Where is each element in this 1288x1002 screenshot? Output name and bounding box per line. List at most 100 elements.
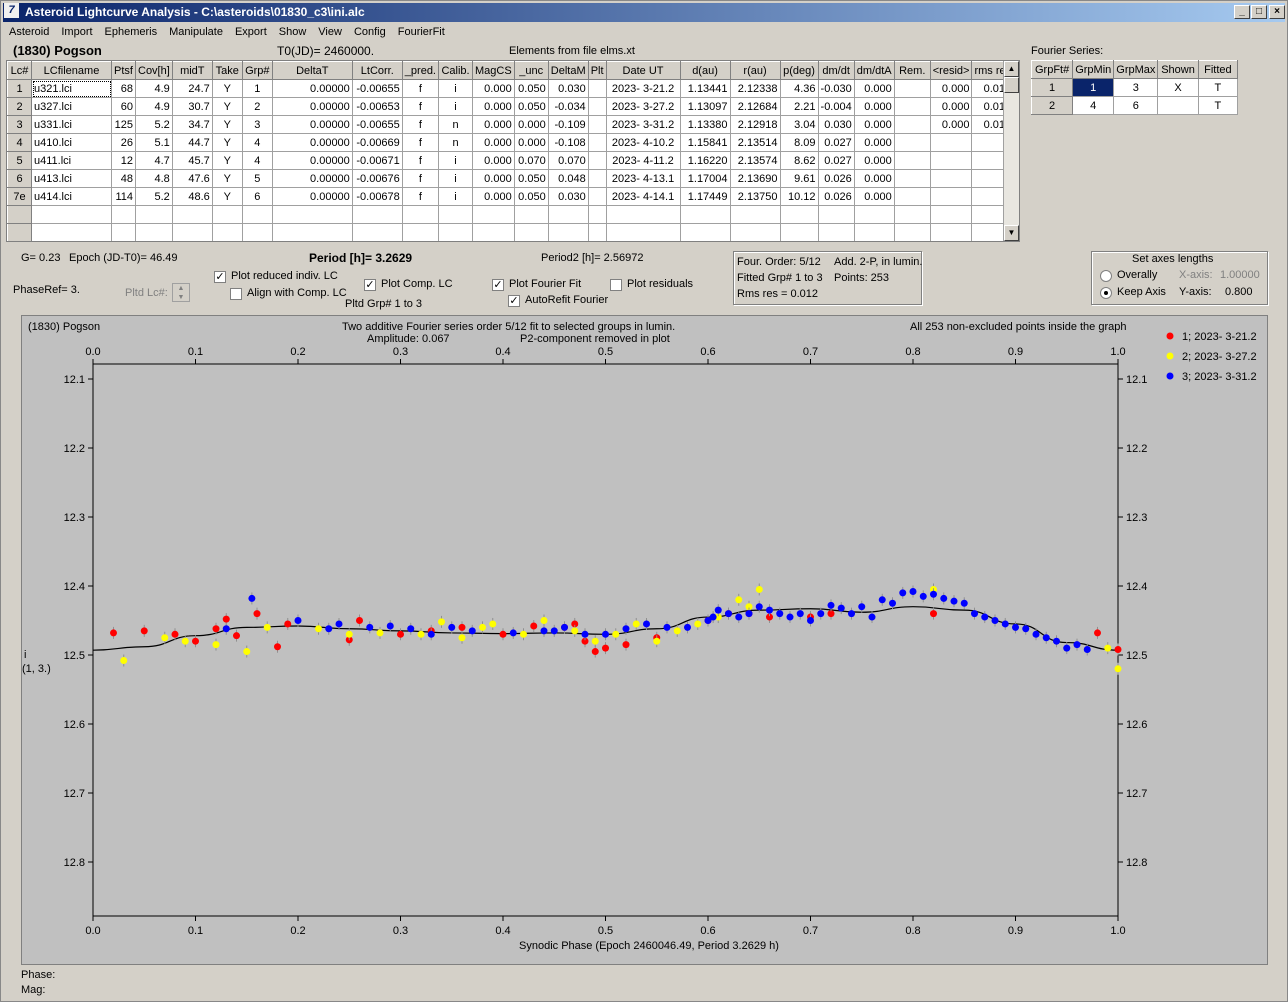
lc-cell[interactable] bbox=[31, 205, 112, 224]
lc-cell[interactable] bbox=[7, 205, 32, 224]
lc-col-header[interactable]: r(au) bbox=[729, 61, 781, 80]
table-row[interactable]: 2 u327.lci 60 4.9 30.7 Y 2 0.00000 -0.00653 f i 0.0… bbox=[7, 97, 1015, 116]
lc-cell[interactable]: 2.12684 bbox=[729, 97, 781, 116]
lc-cell[interactable]: 114 bbox=[111, 187, 136, 206]
close-button[interactable]: × bbox=[1269, 5, 1285, 19]
lc-cell[interactable]: 2023- 3-27.2 bbox=[605, 97, 681, 116]
lc-cell[interactable]: 0.000 bbox=[472, 151, 515, 170]
lc-col-header[interactable]: Lc# bbox=[7, 61, 32, 80]
lc-cell[interactable] bbox=[605, 223, 681, 241]
lc-cell[interactable]: 4.8 bbox=[135, 169, 173, 188]
lc-cell[interactable]: -0.00678 bbox=[351, 187, 403, 206]
lc-cell[interactable]: 68 bbox=[111, 79, 136, 98]
lc-cell[interactable] bbox=[438, 223, 473, 241]
lc-cell[interactable]: i bbox=[438, 151, 473, 170]
lc-cell[interactable]: Y bbox=[211, 169, 243, 188]
lc-cell[interactable]: n bbox=[438, 133, 473, 152]
lc-col-header[interactable]: midT bbox=[171, 61, 213, 80]
lc-col-header[interactable]: MagCS bbox=[472, 61, 515, 80]
lc-cell[interactable]: i bbox=[438, 79, 473, 98]
lc-cell[interactable] bbox=[111, 223, 136, 241]
lc-cell[interactable] bbox=[893, 205, 931, 224]
lc-col-header[interactable]: LtCorr. bbox=[351, 61, 403, 80]
lc-cell[interactable]: 60 bbox=[111, 97, 136, 116]
lc-cell[interactable]: 1 bbox=[7, 79, 32, 98]
lc-cell[interactable] bbox=[679, 223, 731, 241]
lc-cell[interactable]: 3 bbox=[7, 115, 32, 134]
lc-cell[interactable] bbox=[729, 223, 781, 241]
lc-cell[interactable]: -0.109 bbox=[547, 115, 589, 134]
lc-cell[interactable]: 2023- 4-14.1 bbox=[605, 187, 681, 206]
lc-cell[interactable]: 0.050 bbox=[513, 79, 549, 98]
lc-cell[interactable] bbox=[472, 205, 515, 224]
fourier-cell[interactable]: 2 bbox=[1031, 96, 1074, 115]
table-row[interactable]: 5 u411.lci 12 4.7 45.7 Y 4 0.00000 -0.00671 f i 0.0… bbox=[7, 151, 1015, 170]
fourier-cell[interactable]: 3 bbox=[1113, 78, 1159, 97]
lc-cell[interactable]: Y bbox=[211, 187, 243, 206]
lc-cell[interactable] bbox=[472, 223, 515, 241]
lc-cell[interactable]: 5.1 bbox=[135, 133, 173, 152]
lc-cell[interactable]: 0.000 bbox=[853, 115, 895, 134]
menu-config[interactable]: Config bbox=[348, 23, 392, 38]
lc-cell[interactable]: 1.17449 bbox=[679, 187, 731, 206]
pltd-lc-spinner[interactable]: ▲ ▼ bbox=[172, 283, 190, 302]
lc-cell[interactable]: 2.12338 bbox=[729, 79, 781, 98]
lc-cell[interactable] bbox=[853, 205, 895, 224]
lc-cell[interactable]: 2.12918 bbox=[729, 115, 781, 134]
lc-cell[interactable] bbox=[893, 115, 931, 134]
lc-cell[interactable] bbox=[111, 205, 136, 224]
maximize-button[interactable]: □ bbox=[1251, 5, 1267, 19]
lc-cell[interactable]: 2023- 3-21.2 bbox=[605, 79, 681, 98]
lc-cell[interactable]: -0.030 bbox=[817, 79, 855, 98]
lc-cell[interactable]: 0.027 bbox=[817, 151, 855, 170]
lc-cell[interactable]: -0.034 bbox=[547, 97, 589, 116]
menu-manipulate[interactable]: Manipulate bbox=[163, 23, 229, 38]
lc-cell[interactable] bbox=[547, 205, 589, 224]
lc-cell[interactable]: 1.13441 bbox=[679, 79, 731, 98]
lc-cell[interactable]: f bbox=[401, 97, 440, 116]
lc-cell[interactable] bbox=[587, 187, 607, 206]
menu-import[interactable]: Import bbox=[55, 23, 98, 38]
lc-cell[interactable]: 6 bbox=[7, 169, 32, 188]
lc-cell[interactable] bbox=[587, 169, 607, 188]
lc-cell[interactable] bbox=[587, 97, 607, 116]
table-row[interactable]: 1 u321.lci 68 4.9 24.7 Y 1 0.00000 -0.00655 f i 0.0… bbox=[7, 79, 1015, 98]
lc-cell[interactable]: i bbox=[438, 169, 473, 188]
lc-cell[interactable]: -0.00669 bbox=[351, 133, 403, 152]
lc-cell[interactable] bbox=[587, 133, 607, 152]
lc-cell[interactable]: 5 bbox=[7, 151, 32, 170]
menu-ephemeris[interactable]: Ephemeris bbox=[99, 23, 164, 38]
fourier-cell[interactable] bbox=[1157, 96, 1199, 115]
lc-cell[interactable]: 0.000 bbox=[472, 115, 515, 134]
lc-cell[interactable]: 0.000 bbox=[472, 97, 515, 116]
lc-cell[interactable] bbox=[679, 205, 731, 224]
lc-cell[interactable]: 4 bbox=[241, 133, 273, 152]
lc-cell[interactable] bbox=[513, 223, 549, 241]
lc-cell[interactable]: 2.21 bbox=[779, 97, 819, 116]
lc-cell[interactable] bbox=[241, 205, 273, 224]
table-row[interactable]: 3 u331.lci 125 5.2 34.7 Y 3 0.00000 -0.00655 f n 0.… bbox=[7, 115, 1015, 134]
lc-cell[interactable] bbox=[241, 223, 273, 241]
lc-cell[interactable]: 0.00000 bbox=[271, 115, 353, 134]
scroll-up-icon[interactable]: ▲ bbox=[1004, 61, 1019, 77]
lc-cell[interactable]: Y bbox=[211, 115, 243, 134]
lc-cell[interactable] bbox=[929, 223, 973, 241]
lc-cell[interactable]: 0.050 bbox=[513, 187, 549, 206]
lc-cell[interactable]: -0.00655 bbox=[351, 115, 403, 134]
lc-cell[interactable]: 1.13380 bbox=[679, 115, 731, 134]
lc-cell[interactable]: 2023- 4-11.2 bbox=[605, 151, 681, 170]
xaxis-value[interactable]: 1.00000 bbox=[1220, 269, 1260, 281]
lc-cell[interactable]: 125 bbox=[111, 115, 136, 134]
lc-cell[interactable]: Y bbox=[211, 79, 243, 98]
lc-cell[interactable]: n bbox=[438, 115, 473, 134]
lc-cell[interactable]: 0.000 bbox=[853, 97, 895, 116]
lc-cell[interactable]: 0.00000 bbox=[271, 169, 353, 188]
lc-cell[interactable] bbox=[817, 205, 855, 224]
app-icon[interactable]: 7 bbox=[4, 3, 19, 18]
lc-cell[interactable] bbox=[587, 223, 607, 241]
lc-cell[interactable]: 0.000 bbox=[929, 97, 973, 116]
fourier-cell[interactable]: 6 bbox=[1113, 96, 1159, 115]
lc-col-header[interactable]: p(deg) bbox=[779, 61, 819, 80]
lc-cell[interactable]: 8.62 bbox=[779, 151, 819, 170]
lc-cell[interactable]: 0.026 bbox=[817, 169, 855, 188]
